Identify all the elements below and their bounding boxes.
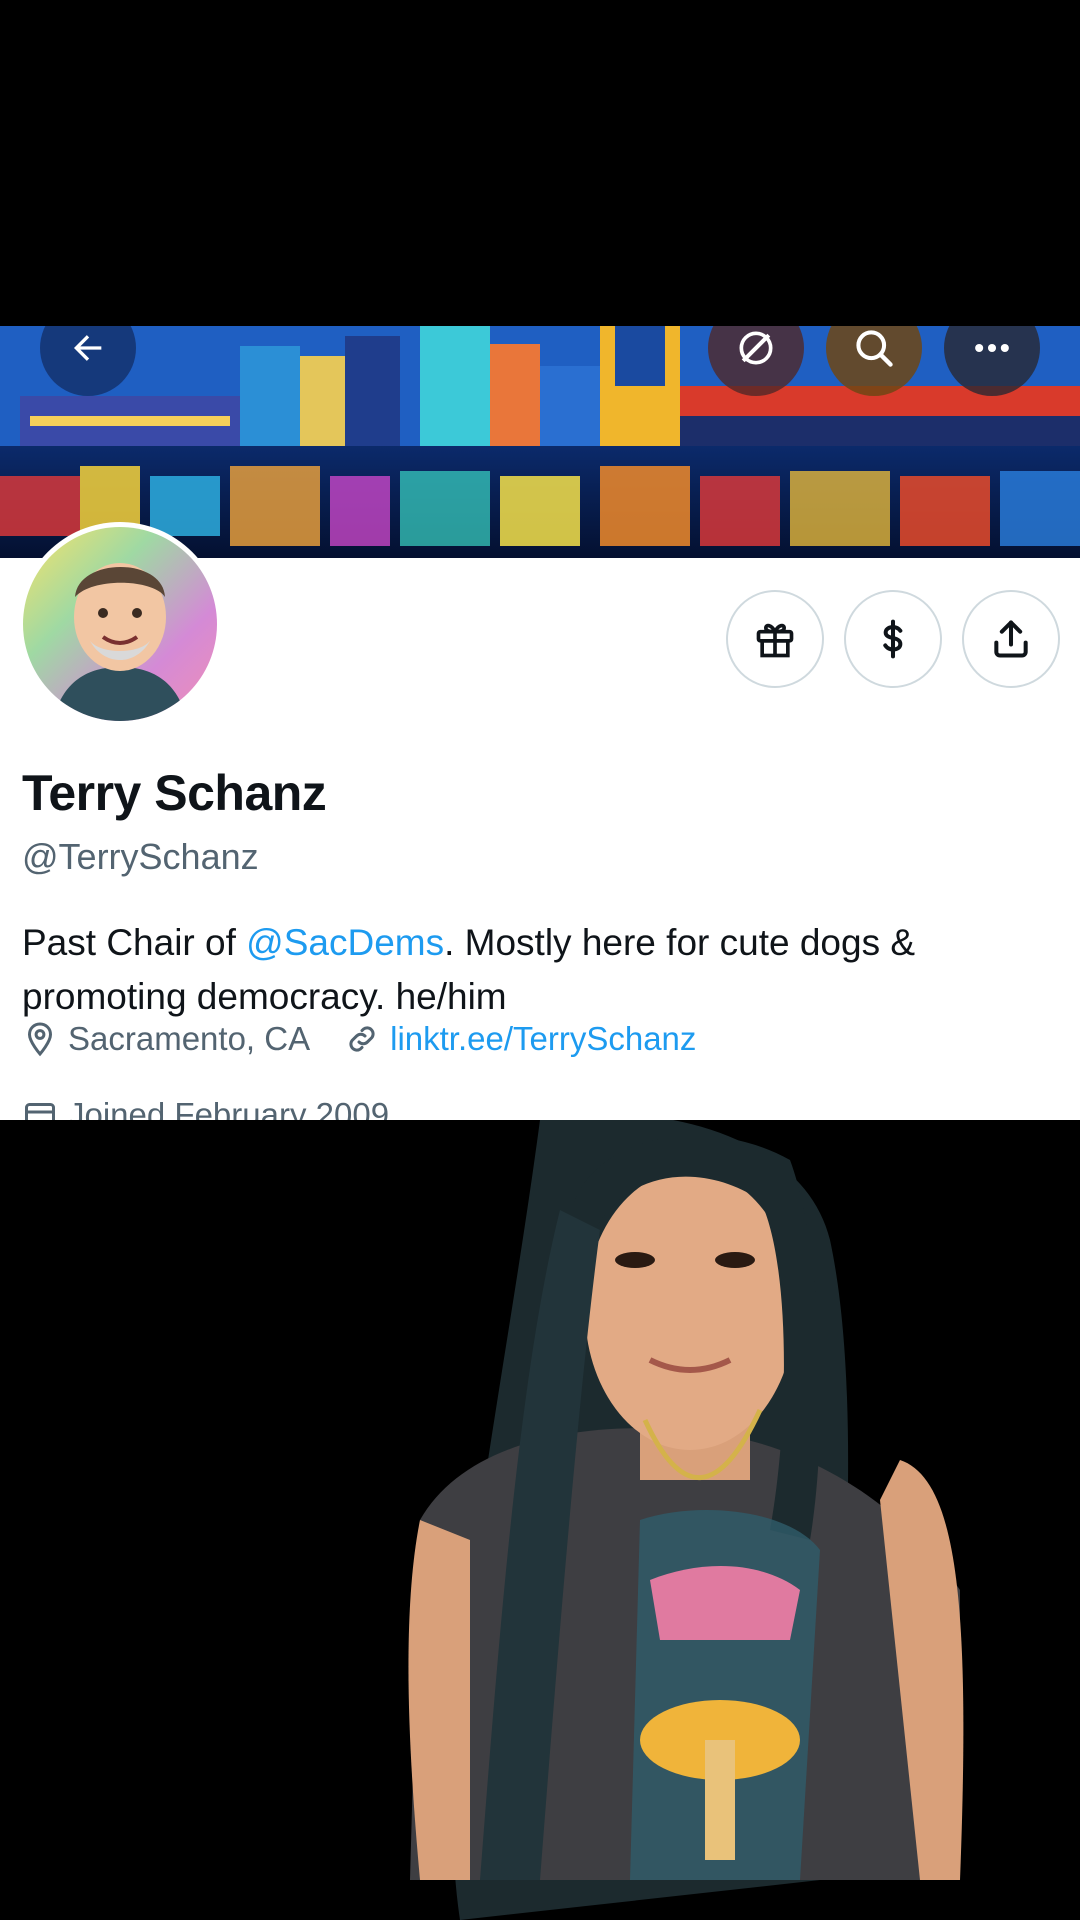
joined-date: Joined February 2009 (22, 1096, 389, 1120)
location-icon (27, 1022, 53, 1057)
share-button[interactable] (962, 590, 1060, 688)
location-text: Sacramento, CA (68, 1020, 311, 1057)
joined-text: Joined February 2009 (68, 1096, 390, 1120)
link-icon (349, 1026, 375, 1052)
dollar-icon (883, 619, 903, 659)
arrow-left-icon (74, 335, 102, 361)
gift-icon (756, 623, 794, 658)
search-icon (856, 330, 893, 367)
bio-text-start: Past Chair of (22, 922, 247, 963)
tip-button[interactable] (844, 590, 942, 688)
avatar-image (23, 527, 217, 721)
website-link[interactable]: linktr.ee/TerrySchanz (390, 1020, 696, 1058)
profile-name: Terry Schanz (22, 765, 327, 821)
creator-video-overlay (0, 1120, 1080, 1920)
gift-button[interactable] (726, 590, 824, 688)
profile-meta: Sacramento, CA linktr.ee/TerrySchanz (22, 1020, 696, 1058)
more-horizontal-icon (975, 343, 1009, 353)
creator-person-image (408, 1120, 964, 1920)
calendar-icon (25, 1103, 55, 1120)
grok-icon (739, 331, 773, 365)
top-black-area (0, 0, 1080, 326)
profile-bio: Past Chair of @SacDems. Mostly here for … (22, 916, 1052, 1024)
bio-mention-link[interactable]: @SacDems (246, 922, 444, 963)
share-icon (994, 620, 1028, 658)
profile-avatar[interactable] (18, 522, 222, 726)
profile-handle: @TerrySchanz (22, 836, 259, 877)
profile-banner (0, 326, 1080, 558)
